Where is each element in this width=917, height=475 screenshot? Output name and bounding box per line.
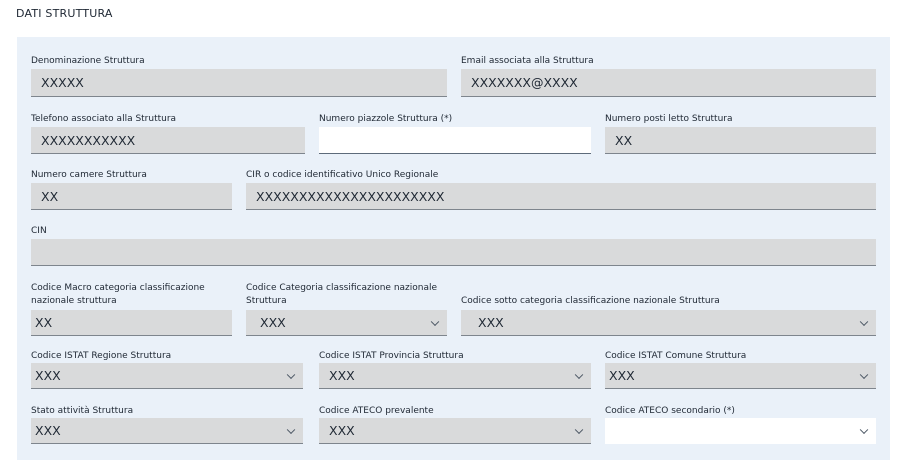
camere-value: XX — [41, 188, 59, 204]
cir-label: CIR o codice identificativo Unico Region… — [246, 170, 439, 180]
chevron-down-icon — [859, 370, 869, 379]
chevron-down-icon — [574, 370, 584, 379]
posti-letto-value: XX — [615, 132, 633, 148]
istat-comune-value: XXX — [609, 368, 635, 383]
categoria-value: XXX — [260, 315, 286, 330]
camere-input[interactable]: XX — [31, 183, 232, 210]
chevron-down-icon — [286, 370, 296, 379]
ateco-prevalente-label: Codice ATECO prevalente — [319, 406, 434, 416]
chevron-down-icon — [430, 317, 440, 326]
macro-categoria-label-line1: Codice Macro categoria classificazione — [31, 283, 205, 293]
categoria-label-line2: Struttura — [246, 296, 287, 306]
ateco-secondario-select[interactable] — [605, 418, 876, 444]
piazzole-input[interactable] — [319, 127, 591, 154]
posti-letto-label: Numero posti letto Struttura — [605, 114, 733, 124]
stato-attivita-label: Stato attività Struttura — [31, 406, 134, 416]
sotto-categoria-label: Codice sotto categoria classificazione n… — [461, 296, 720, 306]
macro-categoria-input[interactable]: XX — [31, 310, 232, 336]
camere-label: Numero camere Struttura — [31, 170, 147, 180]
ateco-prevalente-value: XXX — [329, 423, 355, 438]
macro-categoria-label-line2: nazionale struttura — [31, 296, 117, 306]
istat-provincia-value: XXX — [329, 368, 355, 383]
telefono-input[interactable]: XXXXXXXXXXX — [31, 127, 305, 154]
cin-input[interactable] — [31, 239, 876, 266]
istat-provincia-label: Codice ISTAT Provincia Struttura — [319, 351, 464, 361]
categoria-select[interactable]: XXX — [246, 310, 447, 336]
cir-value: XXXXXXXXXXXXXXXXXXXXXX — [256, 188, 445, 204]
denominazione-value: XXXXX — [41, 75, 84, 90]
email-value: XXXXXXX@XXXX — [471, 75, 578, 90]
cir-input[interactable]: XXXXXXXXXXXXXXXXXXXXXX — [246, 183, 876, 210]
istat-comune-label: Codice ISTAT Comune Struttura — [605, 351, 747, 361]
istat-provincia-select[interactable]: XXX — [319, 363, 591, 389]
email-input[interactable]: XXXXXXX@XXXX — [461, 69, 876, 97]
istat-comune-select[interactable]: XXX — [605, 363, 876, 389]
section-title: DATI STRUTTURA — [16, 7, 113, 20]
dati-struttura-panel: Denominazione Struttura XXXXX Email asso… — [17, 37, 890, 460]
sotto-categoria-select[interactable]: XXX — [461, 310, 876, 336]
chevron-down-icon — [286, 425, 296, 434]
denominazione-label: Denominazione Struttura — [31, 56, 145, 66]
stato-attivita-select[interactable]: XXX — [31, 418, 303, 444]
telefono-value: XXXXXXXXXXX — [41, 132, 136, 148]
istat-regione-value: XXX — [35, 368, 61, 383]
chevron-down-icon — [859, 317, 869, 326]
macro-categoria-value: XX — [35, 315, 53, 330]
ateco-prevalente-select[interactable]: XXX — [319, 418, 591, 444]
chevron-down-icon — [574, 425, 584, 434]
istat-regione-select[interactable]: XXX — [31, 363, 303, 389]
email-label: Email associata alla Struttura — [461, 56, 594, 66]
ateco-secondario-label: Codice ATECO secondario (*) — [605, 406, 735, 416]
denominazione-input[interactable]: XXXXX — [31, 69, 447, 97]
stato-attivita-value: XXX — [35, 423, 61, 438]
posti-letto-input[interactable]: XX — [605, 127, 876, 154]
categoria-label-line1: Codice Categoria classificazione naziona… — [246, 283, 438, 293]
telefono-label: Telefono associato alla Struttura — [31, 114, 177, 124]
sotto-categoria-value: XXX — [478, 315, 504, 330]
cin-label: CIN — [31, 226, 47, 236]
chevron-down-icon — [859, 425, 869, 435]
piazzole-label: Numero piazzole Struttura (*) — [319, 114, 453, 124]
istat-regione-label: Codice ISTAT Regione Struttura — [31, 351, 172, 361]
